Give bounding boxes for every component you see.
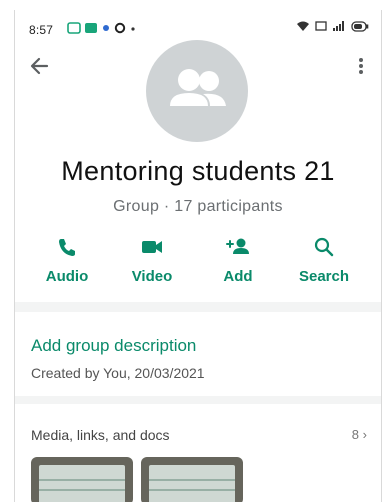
group-header: Mentoring students 21 Group · 17 partici… — [15, 40, 381, 302]
system-icons — [296, 20, 369, 32]
add-participant-button[interactable]: Add — [203, 236, 273, 296]
back-arrow-icon[interactable] — [27, 54, 53, 78]
signal-icon — [333, 21, 344, 31]
group-info-screen: 8:57 Mentoring students 21 Group · 17 pa… — [14, 10, 382, 502]
group-participants: Group · 17 participants — [113, 198, 283, 215]
audio-call-button[interactable]: Audio — [32, 236, 102, 296]
video-call-button[interactable]: Video — [117, 236, 187, 296]
media-section: Media, links, and docs 8 › — [15, 404, 381, 502]
group-description-section: Add group description Created by You, 20… — [15, 312, 381, 396]
audio-label: Audio — [45, 268, 89, 285]
search-icon — [314, 237, 334, 257]
group-avatar[interactable] — [146, 40, 248, 142]
thumbnail-detail — [39, 489, 125, 491]
volte-icon — [315, 21, 327, 31]
thumbnail-detail — [149, 479, 235, 481]
thumbnail-detail — [39, 479, 125, 481]
media-count-value: 8 — [351, 427, 360, 442]
thumbnail-image — [39, 465, 125, 502]
media-thumbnail[interactable] — [141, 457, 243, 502]
action-buttons: Audio Video Add Search — [15, 236, 381, 296]
battery-icon — [351, 20, 369, 32]
thumbnail-image — [149, 465, 235, 502]
group-name[interactable]: Mentoring students 21 — [15, 156, 381, 187]
add-group-description-link[interactable]: Add group description — [31, 336, 196, 356]
search-button[interactable]: Search — [289, 236, 359, 296]
message-notification-icon — [85, 23, 97, 33]
gallery-notification-icon — [67, 22, 81, 34]
search-label: Search — [298, 268, 350, 285]
status-bar: 8:57 — [15, 10, 381, 40]
dot-notification-icon — [103, 25, 109, 31]
video-label: Video — [131, 268, 173, 285]
created-by-text: Created by You, 20/03/2021 — [31, 365, 205, 381]
chevron-right-icon: › — [362, 427, 367, 442]
status-time: 8:57 — [29, 23, 54, 37]
video-camera-icon — [142, 241, 162, 253]
media-links-docs-title[interactable]: Media, links, and docs — [31, 427, 170, 443]
add-person-icon — [226, 238, 249, 254]
thumbnail-detail — [149, 489, 235, 491]
more-options-icon[interactable] — [351, 54, 371, 78]
phone-icon — [59, 239, 75, 256]
add-label: Add — [223, 268, 253, 285]
more-notifications-icon — [131, 27, 135, 31]
media-thumbnail[interactable] — [31, 457, 133, 502]
media-count[interactable]: 8 › — [352, 427, 367, 442]
app-notification-icon — [114, 22, 126, 34]
wifi-icon — [297, 21, 309, 31]
group-people-icon — [170, 69, 226, 106]
